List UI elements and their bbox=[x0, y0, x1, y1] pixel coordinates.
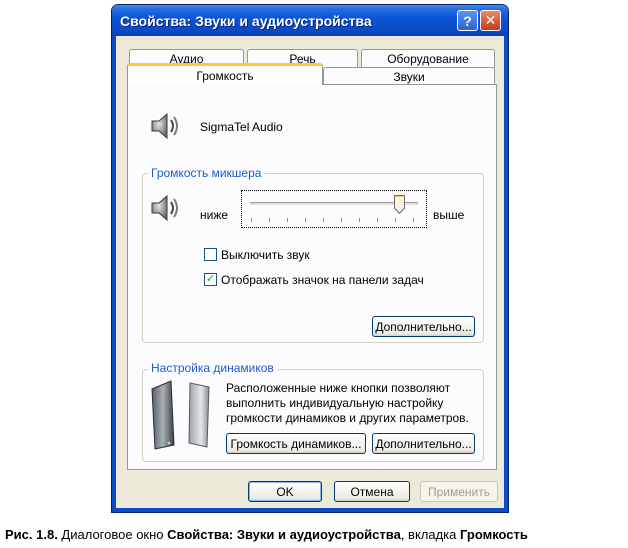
volume-low-label: ниже bbox=[200, 208, 229, 222]
window-border-bottom bbox=[112, 508, 508, 512]
device-name: SigmaTel Audio bbox=[200, 120, 283, 134]
speaker-volume-button[interactable]: Громкость динамиков... bbox=[226, 433, 366, 454]
mute-label[interactable]: Выключить звук bbox=[221, 248, 310, 262]
slider-tick bbox=[287, 218, 288, 222]
speaker-description-line-3: громкости динамиков и других параметров. bbox=[226, 411, 469, 425]
slider-tick bbox=[359, 218, 360, 222]
taskbar-icon-label[interactable]: Отображать значок на панели задач bbox=[221, 273, 424, 287]
volume-slider[interactable] bbox=[241, 190, 427, 228]
volume-slider-track bbox=[250, 202, 418, 206]
caption-text-1: Диалоговое окно bbox=[57, 527, 168, 542]
help-button[interactable]: ? bbox=[457, 10, 478, 31]
slider-tick bbox=[395, 218, 396, 222]
window-border-right bbox=[504, 36, 508, 512]
speaker-description-line-2: выполнить индивидуальную настройку bbox=[226, 396, 444, 410]
tab-hardware[interactable]: Оборудование bbox=[361, 49, 495, 68]
slider-tick bbox=[413, 218, 414, 222]
speaker-setup-group-label: Настройка динамиков bbox=[148, 361, 277, 375]
figure-caption: Рис. 1.8. Диалоговое окно Свойства: Звук… bbox=[5, 527, 528, 542]
mixer-speaker-icon bbox=[151, 194, 178, 222]
cancel-button[interactable]: Отмена bbox=[334, 481, 410, 502]
slider-tick bbox=[305, 218, 306, 222]
slider-tick bbox=[251, 218, 252, 222]
tab-volume[interactable]: Громкость bbox=[127, 63, 323, 85]
volume-high-label: выше bbox=[433, 208, 465, 222]
caption-prefix: Рис. 1.8. bbox=[5, 527, 58, 542]
close-button[interactable]: ✕ bbox=[480, 10, 501, 31]
taskbar-icon-checkbox[interactable]: ✓ bbox=[204, 273, 217, 286]
volume-slider-thumb[interactable] bbox=[394, 195, 406, 214]
mute-checkbox[interactable] bbox=[204, 248, 217, 261]
caption-bold-2: Громкость bbox=[460, 527, 528, 542]
slider-tick bbox=[377, 218, 378, 222]
mixer-volume-group-label: Громкость микшера bbox=[148, 166, 265, 180]
mixer-advanced-button[interactable]: Дополнительно... bbox=[372, 316, 475, 337]
title-bar[interactable]: Свойства: Звуки и аудиоустройства ? ✕ bbox=[112, 5, 508, 36]
caption-bold-1: Свойства: Звуки и аудиоустройства bbox=[167, 527, 401, 542]
window-title: Свойства: Звуки и аудиоустройства bbox=[120, 13, 372, 29]
window-border-left bbox=[112, 36, 116, 512]
speaker-advanced-button[interactable]: Дополнительно... bbox=[372, 433, 475, 454]
speaker-icon bbox=[151, 112, 178, 140]
speaker-description-line-1: Расположенные ниже кнопки позволяют bbox=[226, 381, 451, 395]
ok-button[interactable]: OK bbox=[248, 481, 322, 502]
desktop-speakers-icon bbox=[151, 380, 210, 450]
slider-tick bbox=[341, 218, 342, 222]
caption-text-2: , вкладка bbox=[400, 527, 460, 542]
slider-tick bbox=[269, 218, 270, 222]
slider-tick bbox=[323, 218, 324, 222]
apply-button[interactable]: Применить bbox=[420, 481, 498, 502]
